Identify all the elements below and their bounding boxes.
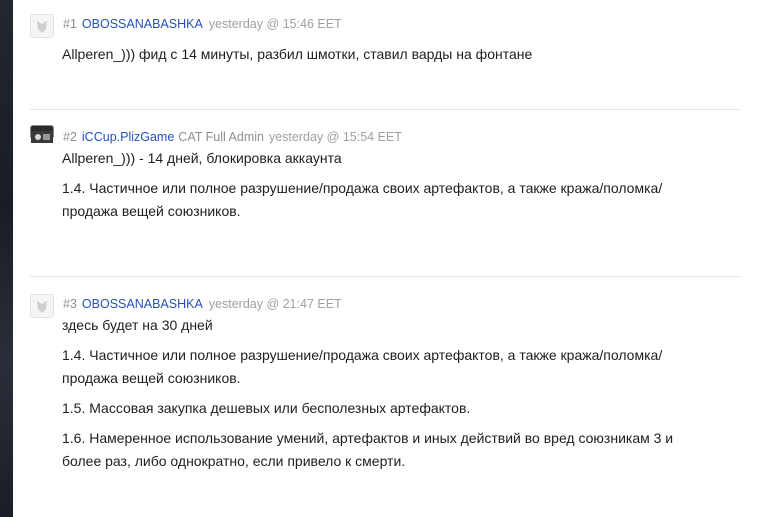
rule-text-line: 1.4. Частичное или полное разрушение/про… bbox=[62, 347, 663, 363]
comment-header: #2 iCCup.PlizGame CAT Full Admin yesterday … bbox=[30, 125, 741, 147]
comment-timestamp: yesterday @ 21:47 EET bbox=[208, 297, 342, 311]
comment-number[interactable]: #1 bbox=[63, 17, 77, 31]
comment-divider bbox=[30, 109, 741, 110]
default-avatar-icon[interactable] bbox=[30, 294, 54, 318]
rule-text-line: 1.6. Намеренное использование умений, ар… bbox=[62, 430, 674, 446]
comment-author[interactable]: iCCup.PlizGame bbox=[82, 130, 174, 144]
left-background-strip bbox=[0, 0, 13, 517]
rule-text-line: 1.4. Частичное или полное разрушение/про… bbox=[62, 180, 663, 196]
comment-body: Allperen_))) фид с 14 минуты, разбил шмо… bbox=[62, 43, 741, 66]
comment-body: здесь будет на 30 дней 1.4. Частичное ил… bbox=[62, 314, 741, 473]
rule-text-line: более раз, либо однократно, если привело… bbox=[62, 453, 406, 469]
comment-text-line: здесь будет на 30 дней bbox=[62, 317, 213, 333]
author-role-badge: CAT Full Admin bbox=[178, 130, 264, 144]
rule-text-line: продажа вещей союзников. bbox=[62, 370, 241, 386]
rule-text-line: 1.5. Массовая закупка дешевых или беспол… bbox=[62, 400, 471, 416]
comment-number[interactable]: #2 bbox=[63, 130, 77, 144]
comment-number[interactable]: #3 bbox=[63, 297, 77, 311]
comment-author[interactable]: OBOSSANABASHKA bbox=[82, 17, 203, 31]
comment-post-3: #3 OBOSSANABASHKA yesterday @ 21:47 EET зд… bbox=[30, 294, 741, 473]
default-avatar-icon[interactable] bbox=[30, 14, 54, 38]
comment-header: #1 OBOSSANABASHKA yesterday @ 15:46 EET bbox=[30, 14, 741, 38]
comment-author[interactable]: OBOSSANABASHKA bbox=[82, 297, 203, 311]
comment-post-1: #1 OBOSSANABASHKA yesterday @ 15:46 EET Al… bbox=[30, 14, 741, 66]
comment-divider bbox=[30, 276, 741, 277]
comment-post-2: #2 iCCup.PlizGame CAT Full Admin yesterday … bbox=[30, 125, 741, 223]
user-avatar-image[interactable] bbox=[30, 125, 54, 143]
comment-timestamp: yesterday @ 15:54 EET bbox=[268, 130, 402, 144]
comment-header: #3 OBOSSANABASHKA yesterday @ 21:47 EET bbox=[30, 294, 741, 318]
comment-body: Allperen_))) - 14 дней, блокировка аккау… bbox=[62, 147, 741, 223]
comment-timestamp: yesterday @ 15:46 EET bbox=[208, 17, 342, 31]
rule-text-line: продажа вещей союзников. bbox=[62, 203, 241, 219]
comment-text-line: Allperen_))) фид с 14 минуты, разбил шмо… bbox=[62, 46, 533, 62]
comment-text-line: Allperen_))) - 14 дней, блокировка аккау… bbox=[62, 150, 342, 166]
